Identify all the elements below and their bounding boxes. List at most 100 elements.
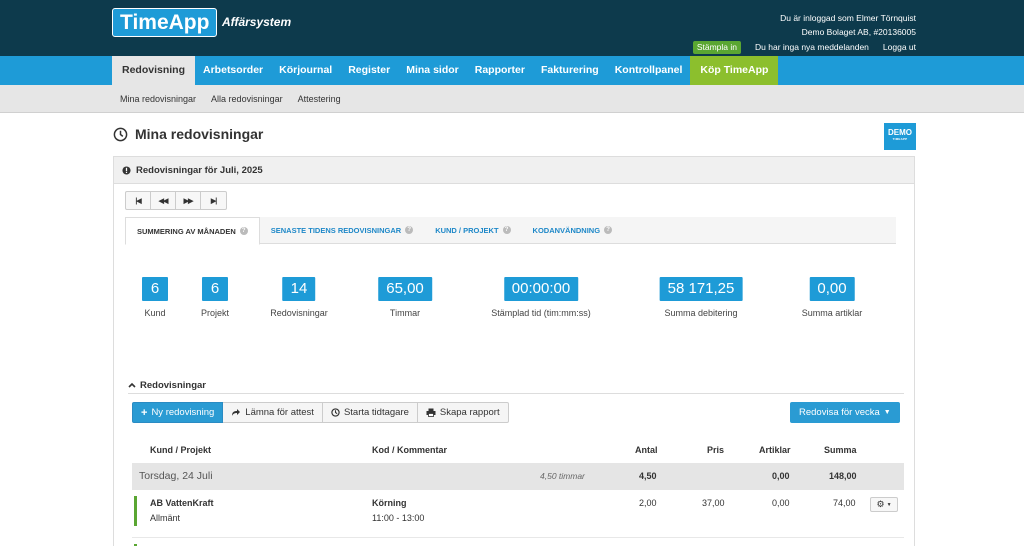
- logout-link[interactable]: Logga ut: [883, 40, 916, 54]
- clock-icon: [113, 127, 128, 141]
- nav-item-kontrollpanel[interactable]: Kontrollpanel: [607, 56, 691, 85]
- tab-summering[interactable]: SUMMERING AV MÅNADEN ?: [125, 217, 260, 245]
- company-text: Demo Bolaget AB, #20136005: [801, 27, 916, 37]
- messages-link[interactable]: Du har inga nya meddelanden: [755, 40, 869, 54]
- button-label: Lämna för attest: [245, 407, 314, 418]
- top-header: TimeApp Affärsystem Du är inloggad som E…: [0, 0, 1024, 56]
- nav-item-buy[interactable]: Köp TimeApp: [690, 56, 779, 85]
- button-label: Ny redovisning: [151, 407, 215, 418]
- stat-stamplad-tid: 00:00:00 Stämplad tid (tim:mm:ss): [491, 277, 591, 318]
- help-icon: ?: [502, 226, 511, 234]
- entry-summa: 74,00: [833, 498, 856, 508]
- logged-in-text: Du är inloggad som Elmer Törnquist: [780, 13, 916, 23]
- logo[interactable]: TimeApp: [112, 8, 218, 37]
- stat-value: 65,00: [378, 277, 432, 301]
- user-info: Du är inloggad som Elmer Törnquist Demo …: [692, 11, 916, 54]
- app-subtitle: Affärsystem: [222, 15, 292, 29]
- stat-projekt: 6 Projekt: [201, 277, 229, 318]
- stat-label: Stämplad tid (tim:mm:ss): [491, 308, 591, 318]
- rewind-icon: ◀◀: [158, 197, 169, 205]
- stat-value: 6: [201, 277, 228, 301]
- col-artiklar: Artiklar: [759, 445, 791, 455]
- entries-toolbar: + Ny redovisning Lämna för attest Starta…: [132, 402, 509, 423]
- report-weekly-button[interactable]: Redovisa för vecka ▼: [790, 402, 900, 423]
- chevron-up-icon: [128, 382, 136, 388]
- help-icon: ?: [604, 226, 613, 234]
- stat-summa-debitering: 58 171,25 Summa debitering: [659, 277, 743, 318]
- caret-down-icon: ▼: [886, 501, 892, 508]
- stat-label: Redovisningar: [270, 308, 328, 318]
- col-pris: Pris: [707, 445, 725, 455]
- table-row[interactable]: AB VattenKraft Allmänt Körning 11:00 - 1…: [132, 490, 904, 538]
- new-report-button[interactable]: + Ny redovisning: [132, 402, 224, 423]
- entry-antal: 2,00: [639, 498, 657, 508]
- button-label: Starta tidtagare: [343, 407, 409, 418]
- tab-bar: SUMMERING AV MÅNADEN ? SENASTE TIDENS RE…: [125, 217, 896, 245]
- date-summa: 148,00: [829, 471, 857, 481]
- demo-badge-text: DEMO: [888, 128, 912, 137]
- nav-item-mina-sidor[interactable]: Mina sidor: [398, 56, 467, 85]
- nav-item-register[interactable]: Register: [340, 56, 398, 85]
- subnav-mina-redovisningar[interactable]: Mina redovisningar: [120, 85, 196, 113]
- entry-pris: 37,00: [702, 498, 725, 508]
- date-label: Torsdag, 24 Juli: [139, 470, 213, 482]
- nav-item-rapporter[interactable]: Rapporter: [467, 56, 533, 85]
- section-toggle-redovisningar[interactable]: Redovisningar: [128, 377, 904, 394]
- subnav-alla-redovisningar[interactable]: Alla redovisningar: [211, 85, 283, 113]
- stat-summa-artiklar: 0,00 Summa artiklar: [801, 277, 863, 318]
- stat-value: 14: [282, 277, 316, 301]
- gear-icon: ⚙: [876, 499, 885, 509]
- prev-month-button[interactable]: ◀◀: [151, 192, 176, 209]
- col-summa: Summa: [824, 445, 857, 455]
- stamp-in-button[interactable]: Stämpla in: [692, 40, 742, 54]
- nav-item-arbetsorder[interactable]: Arbetsorder: [195, 56, 271, 85]
- page-title-row: Mina redovisningar: [113, 126, 263, 142]
- nav-item-fakturering[interactable]: Fakturering: [533, 56, 607, 85]
- create-report-button[interactable]: Skapa rapport: [417, 402, 509, 423]
- stat-value: 58 171,25: [659, 277, 743, 301]
- info-icon: [122, 165, 131, 175]
- section-title: Redovisningar: [140, 379, 206, 391]
- col-kod-kommentar: Kod / Kommentar: [372, 445, 448, 455]
- subnav-attestering[interactable]: Attestering: [298, 85, 341, 113]
- row-actions-button[interactable]: ⚙ ▼: [870, 497, 898, 512]
- entry-artiklar: 0,00: [772, 498, 790, 508]
- last-month-button[interactable]: ▶|: [201, 192, 226, 209]
- help-icon: ?: [239, 227, 248, 235]
- entry-time: 11:00 - 13:00: [372, 513, 425, 523]
- skip-back-icon: |◀: [135, 197, 141, 205]
- stat-label: Kund: [144, 308, 166, 318]
- tab-label: KODANVÄNDNING: [532, 225, 601, 235]
- sub-nav: Mina redovisningar Alla redovisningar At…: [0, 85, 1024, 113]
- start-timer-button[interactable]: Starta tidtagare: [322, 402, 418, 423]
- status-indicator: [134, 496, 137, 526]
- button-label: Redovisa för vecka: [799, 407, 880, 418]
- tab-label: KUND / PROJEKT: [435, 225, 499, 235]
- stat-value: 6: [142, 277, 168, 301]
- stat-label: Summa artiklar: [801, 308, 863, 318]
- stat-timmar: 65,00 Timmar: [378, 277, 432, 318]
- summary-stats: 6 Kund 6 Projekt 14 Redovisningar 65,00 …: [114, 277, 914, 327]
- skip-forward-icon: ▶|: [210, 197, 217, 205]
- tab-kodanvandning[interactable]: KODANVÄNDNING ?: [522, 217, 624, 243]
- nav-item-korjournal[interactable]: Körjournal: [271, 56, 340, 85]
- next-month-button[interactable]: ▶▶: [176, 192, 201, 209]
- button-label: Skapa rapport: [439, 407, 500, 418]
- tab-label: SUMMERING AV MÅNADEN: [137, 226, 236, 236]
- date-row: Torsdag, 24 Juli 4,50 timmar 4,50 0,00 1…: [132, 463, 904, 490]
- nav-item-redovisning[interactable]: Redovisning: [112, 56, 196, 85]
- col-kund-projekt: Kund / Projekt: [150, 445, 212, 455]
- help-icon: ?: [405, 226, 414, 234]
- main-nav: Redovisning Arbetsorder Körjournal Regis…: [0, 56, 1024, 85]
- entry-code: Körning: [372, 498, 407, 508]
- tab-senaste[interactable]: SENASTE TIDENS REDOVISNINGAR ?: [260, 217, 424, 243]
- submit-for-approval-button[interactable]: Lämna för attest: [223, 402, 323, 423]
- tab-kund-projekt[interactable]: KUND / PROJEKT ?: [424, 217, 521, 243]
- date-antal: 4,50: [639, 471, 657, 481]
- stat-value: 0,00: [809, 277, 855, 301]
- table-row[interactable]: [132, 538, 904, 546]
- caret-down-icon: ▼: [883, 409, 891, 416]
- fast-forward-icon: ▶▶: [183, 197, 194, 205]
- first-month-button[interactable]: |◀: [126, 192, 151, 209]
- col-antal: Antal: [635, 445, 658, 455]
